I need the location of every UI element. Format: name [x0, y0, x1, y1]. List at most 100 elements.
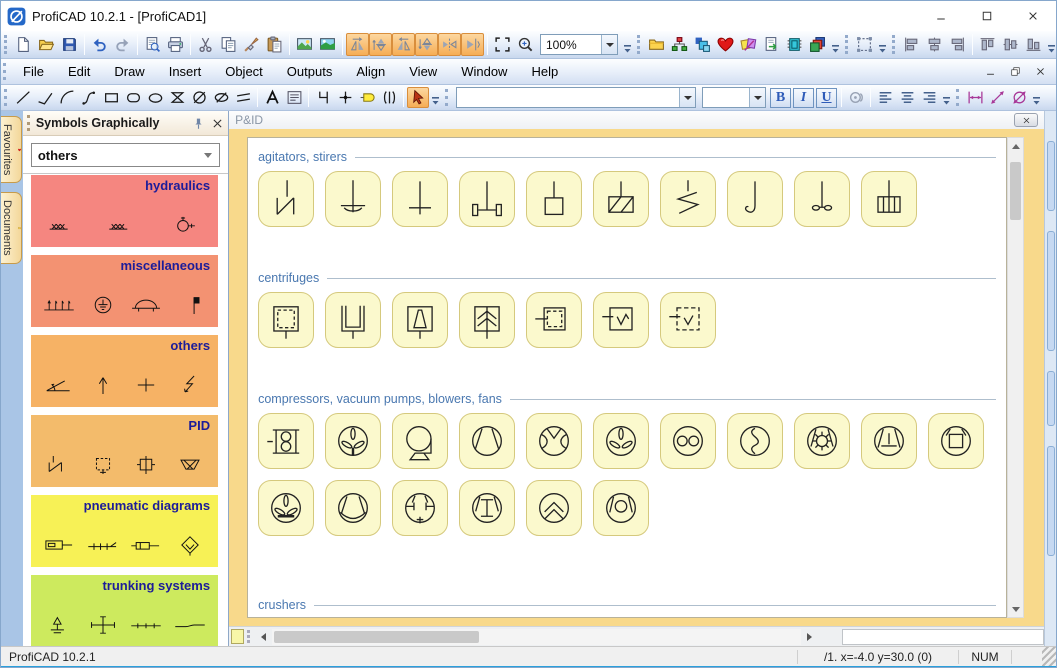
curved-vane-fan-tile[interactable]: [526, 413, 583, 469]
special-characters-button[interactable]: [845, 87, 867, 108]
plus-symbol[interactable]: [128, 372, 164, 403]
centrifuge-cone-tile[interactable]: [392, 292, 449, 348]
scroll-left-icon[interactable]: [255, 629, 272, 645]
combo-dropdown-button[interactable]: [679, 88, 695, 107]
menu-insert[interactable]: Insert: [157, 60, 214, 83]
document-restore-button[interactable]: [1010, 66, 1021, 77]
menu-align[interactable]: Align: [344, 60, 397, 83]
flag-symbol[interactable]: [172, 292, 208, 323]
toolbar-overflow-button[interactable]: [829, 31, 841, 58]
panel-close-icon[interactable]: [211, 117, 224, 130]
zoom-in-button[interactable]: [514, 33, 537, 56]
integrated-circuit-button[interactable]: [783, 33, 806, 56]
horizontal-scroll-thumb[interactable]: [274, 630, 480, 643]
fence-symbol[interactable]: [41, 292, 77, 323]
zoom-combobox[interactable]: 100%: [540, 34, 618, 55]
fan-propeller-stem-tile[interactable]: [325, 413, 382, 469]
pointer-button[interactable]: [407, 87, 429, 108]
flip-horizontal-button[interactable]: [438, 33, 461, 56]
favourites-button[interactable]: [714, 33, 737, 56]
category-card-pneumatic-diagrams[interactable]: pneumatic diagrams: [30, 495, 219, 567]
agitator-paddle-tile[interactable]: [392, 171, 449, 227]
folder-button[interactable]: [645, 33, 668, 56]
align-left-edges-button[interactable]: [900, 33, 923, 56]
underline-button[interactable]: U: [816, 87, 837, 108]
parallel-lines-button[interactable]: [232, 87, 254, 108]
sun-wheel-tile[interactable]: [794, 413, 851, 469]
menu-edit[interactable]: Edit: [56, 60, 102, 83]
toolbar-overflow-button[interactable]: [1045, 31, 1057, 58]
insert-image-alt-button[interactable]: [316, 33, 339, 56]
document-close-button[interactable]: [1035, 66, 1046, 77]
align-right-edges-button[interactable]: [946, 33, 969, 56]
toolbar-overflow-button[interactable]: [876, 31, 888, 58]
dock-segment[interactable]: [1047, 446, 1056, 556]
dimension-linear-button[interactable]: [964, 87, 986, 108]
scroll-right-icon[interactable]: [801, 629, 818, 645]
cross-ticks-symbol[interactable]: [85, 612, 121, 643]
lightning-arrow-symbol[interactable]: [172, 372, 208, 403]
dock-segment[interactable]: [1047, 371, 1056, 426]
connector-button[interactable]: [378, 87, 400, 108]
menubar-grip[interactable]: [3, 62, 8, 81]
agitator-zigzag-tile[interactable]: [258, 171, 315, 227]
paste-button[interactable]: [263, 33, 286, 56]
pump-train-symbol[interactable]: [48, 212, 84, 243]
save-button[interactable]: [58, 33, 81, 56]
vertical-scroll-track[interactable]: [1008, 154, 1023, 601]
centrifuge-open-tile[interactable]: [325, 292, 382, 348]
font-combobox[interactable]: [456, 87, 696, 108]
menu-outputs[interactable]: Outputs: [275, 60, 345, 83]
polyline-button[interactable]: [34, 87, 56, 108]
export-button[interactable]: [760, 33, 783, 56]
agitator-anchor-tile[interactable]: [325, 171, 382, 227]
compressor-tee-tile[interactable]: [861, 413, 918, 469]
menu-file[interactable]: File: [11, 60, 56, 83]
label-button[interactable]: [356, 87, 378, 108]
layers-button[interactable]: [806, 33, 829, 56]
rounded-rectangle-button[interactable]: [122, 87, 144, 108]
crossed-circle-button[interactable]: [188, 87, 210, 108]
roots-blower-tile[interactable]: [258, 413, 315, 469]
agitator-cells-tile[interactable]: [861, 171, 918, 227]
scroll-up-icon[interactable]: [1008, 138, 1023, 154]
italic-button[interactable]: I: [793, 87, 814, 108]
category-card-miscellaneous[interactable]: miscellaneous: [30, 255, 219, 327]
toolbar-overflow-button[interactable]: [1030, 85, 1042, 110]
menu-object[interactable]: Object: [213, 60, 275, 83]
tab-favourites[interactable]: Favourites: [1, 116, 22, 184]
align-text-right-button[interactable]: [918, 87, 940, 108]
valve-train-symbol[interactable]: [85, 532, 121, 563]
toolbar-grip[interactable]: [956, 88, 961, 107]
zigzag-agitator-symbol[interactable]: [41, 452, 77, 483]
cylinder-symbol[interactable]: [41, 532, 77, 563]
arc-button[interactable]: [56, 87, 78, 108]
centrifuge-wave-tile[interactable]: [593, 292, 650, 348]
scheme-button[interactable]: [668, 33, 691, 56]
ring-compressor-tile[interactable]: [593, 480, 650, 536]
toolbar-grip[interactable]: [845, 35, 850, 54]
menu-draw[interactable]: Draw: [102, 60, 156, 83]
redo-button[interactable]: [111, 33, 134, 56]
align-text-left-button[interactable]: [874, 87, 896, 108]
rotate-left-button[interactable]: [346, 33, 369, 56]
line-button[interactable]: [12, 87, 34, 108]
gate-button[interactable]: [312, 87, 334, 108]
crossed-ellipse-button[interactable]: [210, 87, 232, 108]
hydraulic-motor-symbol[interactable]: [165, 212, 201, 243]
align-middle-button[interactable]: [999, 33, 1022, 56]
agitator-propeller-tile[interactable]: [794, 171, 851, 227]
format-painter-button[interactable]: [240, 33, 263, 56]
copy-button[interactable]: [217, 33, 240, 56]
category-card-others[interactable]: others: [30, 335, 219, 407]
trapezoid-x-symbol[interactable]: [172, 452, 208, 483]
menu-view[interactable]: View: [397, 60, 449, 83]
category-card-trunking-systems[interactable]: trunking systems: [30, 575, 219, 646]
print-preview-button[interactable]: [141, 33, 164, 56]
document-minimize-button[interactable]: [985, 66, 996, 77]
close-button[interactable]: [1010, 1, 1056, 31]
cut-button[interactable]: [194, 33, 217, 56]
align-text-center-button[interactable]: [896, 87, 918, 108]
minimize-button[interactable]: [918, 1, 964, 31]
size-combobox[interactable]: [702, 87, 766, 108]
